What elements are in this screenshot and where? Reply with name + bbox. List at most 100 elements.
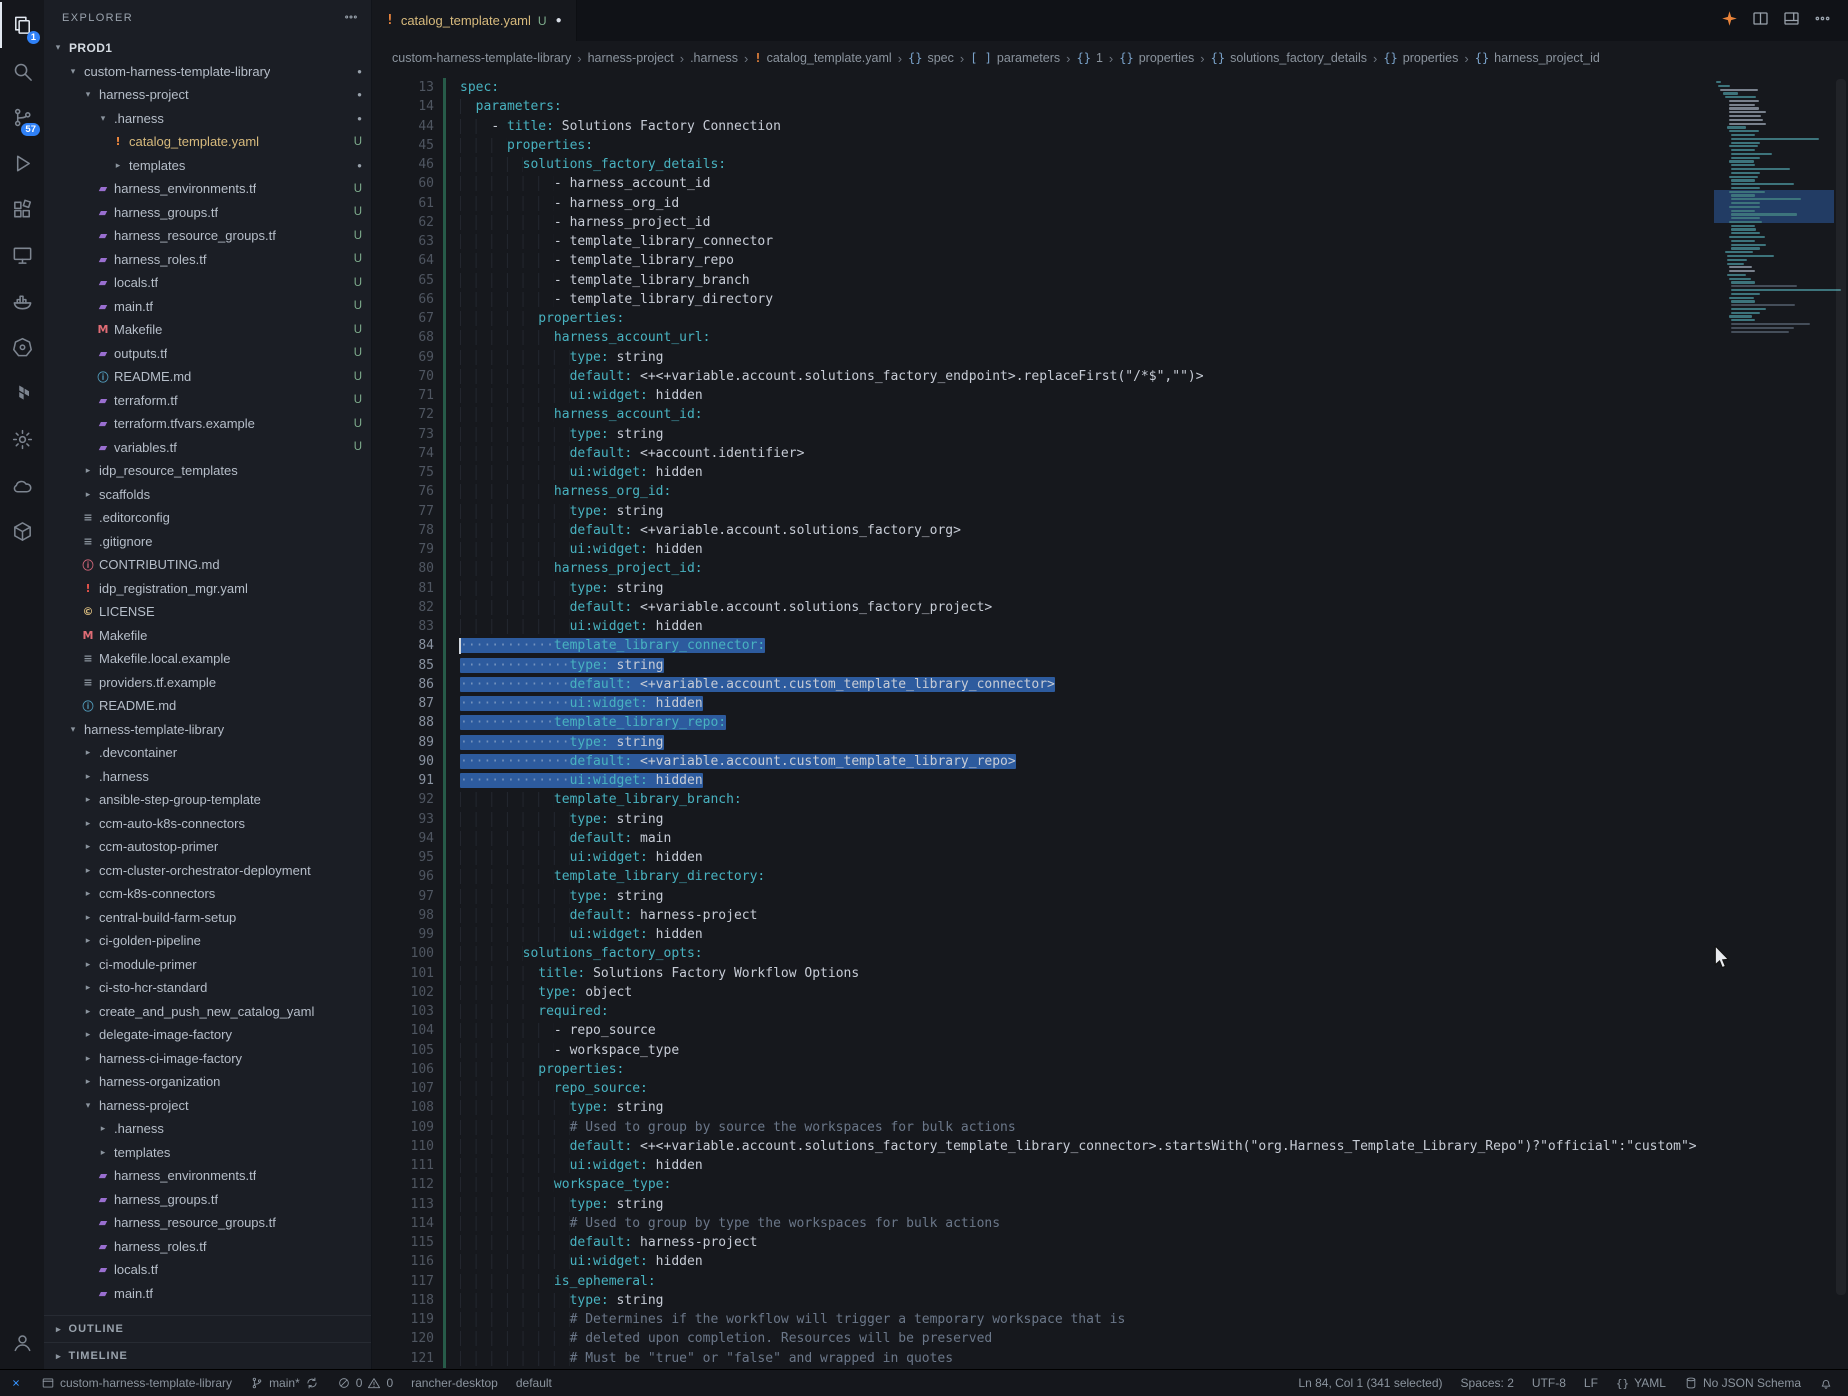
- code-line-74[interactable]: 74 default: <+account.identifier>: [372, 444, 1714, 463]
- status-encoding[interactable]: UTF-8: [1523, 1370, 1575, 1396]
- code-line-63[interactable]: 63 - template_library_connector: [372, 232, 1714, 251]
- folder-item[interactable]: ▾harness-project●: [44, 83, 371, 107]
- folder-item[interactable]: ▸ccm-auto-k8s-connectors: [44, 812, 371, 836]
- code-line-101[interactable]: 101 title: Solutions Factory Workflow Op…: [372, 964, 1714, 983]
- code-line-75[interactable]: 75 ui:widget: hidden: [372, 463, 1714, 482]
- code-line-46[interactable]: 46 solutions_factory_details:: [372, 155, 1714, 174]
- code-line-110[interactable]: 110 default: <+<+variable.account.soluti…: [372, 1137, 1714, 1156]
- breadcrumb-item[interactable]: !catalog_template.yaml: [754, 51, 891, 65]
- code-line-88[interactable]: 88············template_library_repo:: [372, 713, 1714, 732]
- folder-item[interactable]: ▾harness-project: [44, 1094, 371, 1118]
- tools-button[interactable]: [0, 416, 44, 462]
- code-line-72[interactable]: 72 harness_account_id:: [372, 405, 1714, 424]
- code-line-102[interactable]: 102 type: object: [372, 983, 1714, 1002]
- folder-item[interactable]: ▸ccm-autostop-primer: [44, 835, 371, 859]
- folder-item[interactable]: ▸ccm-cluster-orchestrator-deployment: [44, 859, 371, 883]
- file-item[interactable]: ▰harness_resource_groups.tfU: [44, 224, 371, 248]
- folder-item[interactable]: ▸central-build-farm-setup: [44, 906, 371, 930]
- code-line-120[interactable]: 120 # deleted upon completion. Resources…: [372, 1329, 1714, 1348]
- file-item[interactable]: ≡Makefile.local.example: [44, 647, 371, 671]
- code-line-93[interactable]: 93 type: string: [372, 810, 1714, 829]
- customize-layout-button[interactable]: [1782, 9, 1801, 33]
- code-line-80[interactable]: 80 harness_project_id:: [372, 559, 1714, 578]
- breadcrumb-item[interactable]: custom-harness-template-library: [392, 51, 571, 65]
- code-line-96[interactable]: 96 template_library_directory:: [372, 867, 1714, 886]
- folder-item[interactable]: ▸create_and_push_new_catalog_yaml: [44, 1000, 371, 1024]
- run-debug-button[interactable]: [0, 140, 44, 186]
- file-item[interactable]: ▰variables.tfU: [44, 436, 371, 460]
- code-line-83[interactable]: 83 ui:widget: hidden: [372, 617, 1714, 636]
- code-line-44[interactable]: 44 - title: Solutions Factory Connection: [372, 117, 1714, 136]
- section-outline[interactable]: ▸OUTLINE: [44, 1315, 371, 1342]
- folder-item[interactable]: ▾PROD1: [44, 36, 371, 60]
- code-line-64[interactable]: 64 - template_library_repo: [372, 251, 1714, 270]
- file-item[interactable]: ▰harness_roles.tf: [44, 1235, 371, 1259]
- folder-item[interactable]: ▸delegate-image-factory: [44, 1023, 371, 1047]
- code-line-73[interactable]: 73 type: string: [372, 425, 1714, 444]
- status-git-branch[interactable]: main*: [241, 1370, 328, 1396]
- code-line-65[interactable]: 65 - template_library_branch: [372, 271, 1714, 290]
- status-problems[interactable]: 00: [328, 1370, 402, 1396]
- code-line-85[interactable]: 85··············type: string: [372, 656, 1714, 675]
- extensions-button[interactable]: [0, 186, 44, 232]
- file-item[interactable]: ▰terraform.tfvars.exampleU: [44, 412, 371, 436]
- code-line-111[interactable]: 111 ui:widget: hidden: [372, 1156, 1714, 1175]
- file-item[interactable]: !idp_registration_mgr.yaml: [44, 577, 371, 601]
- status-remote-indicator[interactable]: [0, 1370, 32, 1396]
- sidebar-more-actions-button[interactable]: [343, 9, 359, 28]
- code-line-106[interactable]: 106 properties:: [372, 1060, 1714, 1079]
- code-line-118[interactable]: 118 type: string: [372, 1291, 1714, 1310]
- docker-button[interactable]: [0, 278, 44, 324]
- file-item[interactable]: ▰harness_roles.tfU: [44, 248, 371, 272]
- code-line-62[interactable]: 62 - harness_project_id: [372, 213, 1714, 232]
- code-line-107[interactable]: 107 repo_source:: [372, 1079, 1714, 1098]
- code-line-108[interactable]: 108 type: string: [372, 1098, 1714, 1117]
- code-line-60[interactable]: 60 - harness_account_id: [372, 174, 1714, 193]
- status-notifications[interactable]: [1810, 1370, 1842, 1396]
- status-json-schema[interactable]: No JSON Schema: [1675, 1370, 1810, 1396]
- file-item[interactable]: MMakefileU: [44, 318, 371, 342]
- file-item[interactable]: ⓘCONTRIBUTING.md: [44, 553, 371, 577]
- folder-item[interactable]: ▸.devcontainer: [44, 741, 371, 765]
- folder-item[interactable]: ▾.harness●: [44, 107, 371, 131]
- minimap[interactable]: [1714, 75, 1834, 1369]
- status-cursor-position[interactable]: Ln 84, Col 1 (341 selected): [1289, 1370, 1451, 1396]
- code-line-71[interactable]: 71 ui:widget: hidden: [372, 386, 1714, 405]
- section-timeline[interactable]: ▸TIMELINE: [44, 1342, 371, 1369]
- scrollbar-thumb[interactable]: [1836, 79, 1846, 1295]
- code-line-92[interactable]: 92 template_library_branch:: [372, 790, 1714, 809]
- file-item[interactable]: ≡.gitignore: [44, 530, 371, 554]
- kubernetes-button[interactable]: [0, 324, 44, 370]
- code-line-114[interactable]: 114 # Used to group by type the workspac…: [372, 1214, 1714, 1233]
- code-line-66[interactable]: 66 - template_library_directory: [372, 290, 1714, 309]
- account-button[interactable]: [0, 1319, 44, 1365]
- code-line-103[interactable]: 103 required:: [372, 1002, 1714, 1021]
- code-line-94[interactable]: 94 default: main: [372, 829, 1714, 848]
- code-line-119[interactable]: 119 # Determines if the workflow will tr…: [372, 1310, 1714, 1329]
- code-line-105[interactable]: 105 - workspace_type: [372, 1041, 1714, 1060]
- more-actions-button[interactable]: [1813, 9, 1832, 33]
- folder-item[interactable]: ▸harness-organization: [44, 1070, 371, 1094]
- file-item[interactable]: ▰harness_resource_groups.tf: [44, 1211, 371, 1235]
- folder-item[interactable]: ▸ccm-k8s-connectors: [44, 882, 371, 906]
- status-indentation[interactable]: Spaces: 2: [1452, 1370, 1523, 1396]
- code-line-91[interactable]: 91··············ui:widget: hidden: [372, 771, 1714, 790]
- file-item[interactable]: ▰locals.tf: [44, 1258, 371, 1282]
- code-line-109[interactable]: 109 # Used to group by source the worksp…: [372, 1118, 1714, 1137]
- code-line-45[interactable]: 45 properties:: [372, 136, 1714, 155]
- tab-modified-dot[interactable]: ●: [556, 15, 562, 26]
- code-line-79[interactable]: 79 ui:widget: hidden: [372, 540, 1714, 559]
- file-item[interactable]: ▰harness_groups.tf: [44, 1188, 371, 1212]
- file-item[interactable]: !catalog_template.yamlU: [44, 130, 371, 154]
- code-line-82[interactable]: 82 default: <+variable.account.solutions…: [372, 598, 1714, 617]
- code-line-116[interactable]: 116 ui:widget: hidden: [372, 1252, 1714, 1271]
- code-line-84[interactable]: 84············template_library_connector…: [372, 636, 1714, 655]
- packages-button[interactable]: [0, 508, 44, 554]
- code-line-14[interactable]: 14 parameters:: [372, 97, 1714, 116]
- breadcrumb-item[interactable]: {}solutions_factory_details: [1211, 51, 1367, 65]
- code-line-76[interactable]: 76 harness_org_id:: [372, 482, 1714, 501]
- code-line-61[interactable]: 61 - harness_org_id: [372, 194, 1714, 213]
- file-item[interactable]: ⓘREADME.mdU: [44, 365, 371, 389]
- search-button[interactable]: [0, 48, 44, 94]
- code-line-99[interactable]: 99 ui:widget: hidden: [372, 925, 1714, 944]
